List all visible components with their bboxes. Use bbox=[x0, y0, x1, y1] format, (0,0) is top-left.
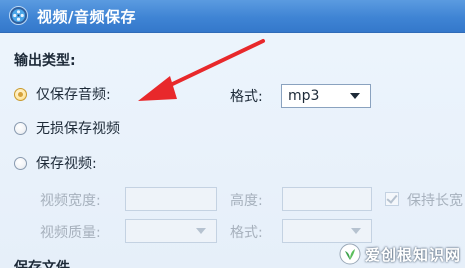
window-title: 视频/音频保存 bbox=[37, 8, 136, 26]
video-format-select[interactable] bbox=[282, 219, 372, 243]
radio-lossless-video[interactable]: 无损保存视频 bbox=[14, 118, 120, 138]
radio-audio-only-label: 仅保存音频: bbox=[36, 87, 111, 103]
radio-save-video[interactable]: 保存视频: bbox=[14, 153, 97, 173]
output-type-heading: 输出类型: bbox=[14, 53, 76, 69]
video-height-input[interactable] bbox=[282, 187, 372, 211]
plant-logo-icon bbox=[339, 243, 361, 265]
video-quality-label: 视频质量: bbox=[40, 225, 101, 241]
radio-button-checked[interactable] bbox=[14, 87, 27, 101]
video-format-label: 格式: bbox=[230, 225, 263, 241]
audio-format-value: mp3 bbox=[288, 88, 320, 104]
radio-button[interactable] bbox=[14, 121, 27, 135]
film-reel-icon bbox=[9, 6, 28, 25]
title-bar[interactable]: 视频/音频保存 bbox=[0, 0, 465, 33]
save-dialog-window: 视频/音频保存 输出类型: 仅保存音频: 无损保存视频 保存视频: 格式: mp… bbox=[0, 0, 465, 268]
chevron-down-icon bbox=[351, 228, 361, 234]
chevron-down-icon bbox=[350, 93, 360, 99]
keep-ratio-checkbox[interactable] bbox=[385, 192, 399, 206]
keep-ratio-label: 保持长宽 bbox=[407, 193, 463, 209]
watermark-text: 爱创根知识网 bbox=[364, 245, 461, 264]
watermark: 爱创根知识网 bbox=[339, 243, 461, 265]
radio-lossless-video-label: 无损保存视频 bbox=[36, 121, 120, 137]
audio-format-select[interactable]: mp3 bbox=[281, 84, 371, 108]
video-quality-select[interactable] bbox=[125, 219, 217, 243]
audio-format-label: 格式: bbox=[230, 89, 263, 105]
radio-audio-only[interactable]: 仅保存音频: bbox=[14, 84, 111, 104]
radio-button[interactable] bbox=[14, 156, 27, 170]
video-width-label: 视频宽度: bbox=[40, 193, 101, 209]
save-file-heading: 保存文件 bbox=[14, 260, 70, 268]
video-width-input[interactable] bbox=[125, 187, 217, 211]
video-height-label: 高度: bbox=[230, 193, 263, 209]
chevron-down-icon bbox=[196, 228, 206, 234]
radio-save-video-label: 保存视频: bbox=[36, 156, 97, 172]
